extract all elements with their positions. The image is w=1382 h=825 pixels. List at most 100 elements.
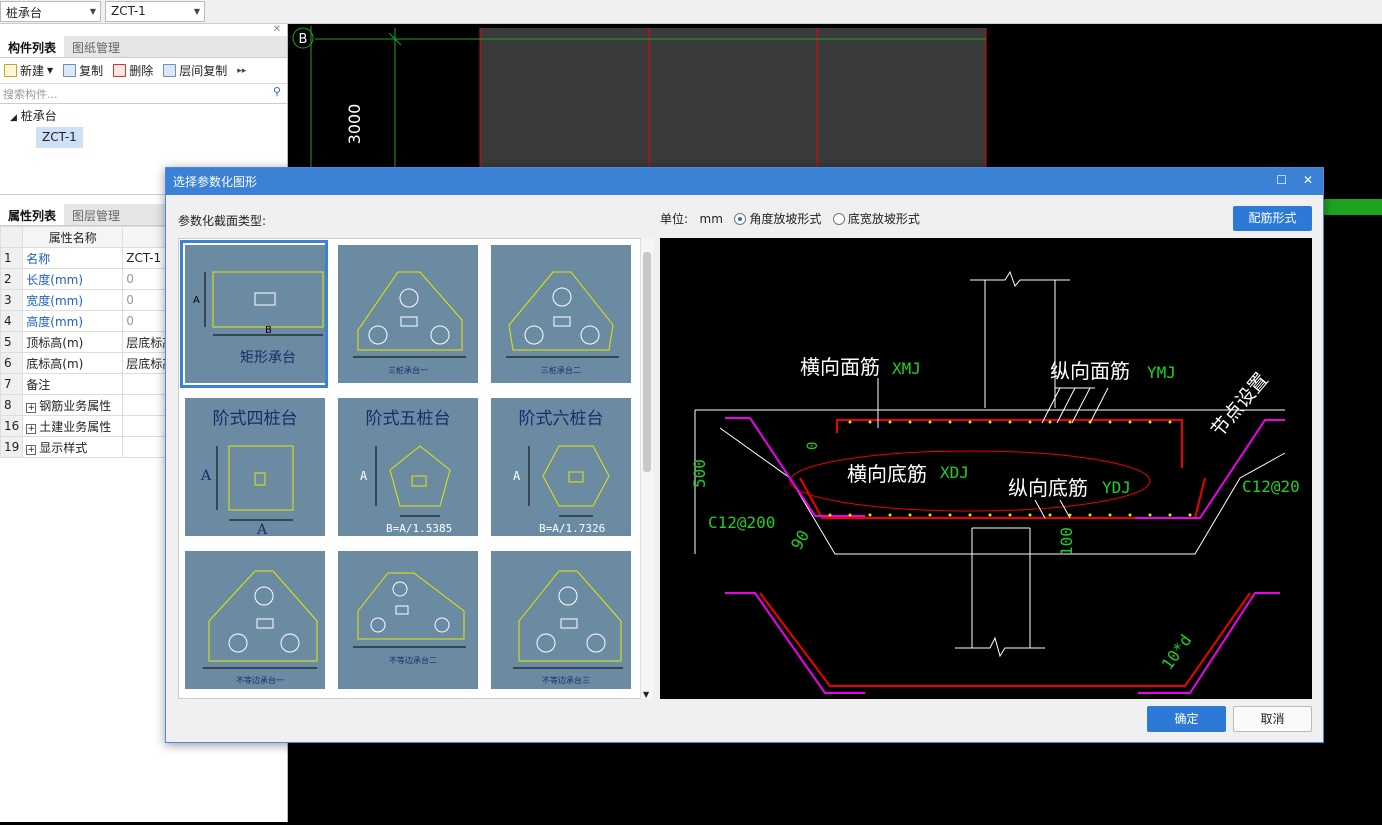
shape-unequal-3[interactable]: 不等边承台三	[486, 546, 634, 694]
shape-step-six-pile[interactable]: 阶式六桩台 A B=A/1.7326	[486, 393, 634, 541]
floor-copy-label: 层间复制	[179, 64, 228, 78]
tree-item[interactable]: ZCT-1	[0, 127, 287, 148]
rebar-spec-right: C12@20	[1242, 477, 1300, 496]
tab-drawing-management[interactable]: 图纸管理	[64, 36, 128, 57]
delete-label: 删除	[129, 64, 154, 78]
cover-zero-label: 0	[805, 442, 821, 450]
ok-button[interactable]: 确定	[1147, 706, 1226, 732]
scrollbar-thumb[interactable]	[643, 252, 651, 472]
shape-step-five-pile[interactable]: 阶式五桩台 A B=A/1.5385	[333, 393, 481, 541]
floor-copy-button[interactable]: 层间复制	[163, 62, 227, 79]
dim-a-bottom: A	[256, 522, 268, 536]
tree-group[interactable]: ◢ 桩承台	[0, 106, 287, 127]
unequal-2-drawing: 不等边承台二	[353, 572, 466, 665]
height-100-label: 100	[1057, 527, 1076, 556]
rebar-form-button[interactable]: 配筋形式	[1233, 206, 1312, 231]
three-pile-1-drawing: 三桩承台一	[353, 271, 466, 375]
xdj-label: 横向底筋	[847, 462, 927, 486]
rebar-preview: 横向面筋 XMJ 纵向面筋 YMJ 横向底筋 XDJ 纵向底筋 YDJ 节点设置…	[660, 238, 1312, 699]
xmj-code: XMJ	[892, 359, 921, 378]
shape-label: 不等边承台三	[542, 675, 590, 685]
dim-a: A	[200, 468, 212, 484]
shape-label: 三桩承台二	[541, 365, 581, 375]
node-settings-label[interactable]: 节点设置	[1207, 369, 1273, 441]
component-name-value: ZCT-1	[111, 4, 146, 18]
scroll-down-icon[interactable]: ▼	[643, 690, 649, 699]
pile-cap-area	[480, 28, 986, 168]
shape-label: 阶式六桩台	[519, 409, 604, 429]
unit-label: 单位:	[660, 212, 689, 226]
expand-icon[interactable]: +	[26, 444, 37, 455]
delete-icon	[113, 64, 127, 77]
search-placeholder: 搜索构件...	[3, 88, 58, 101]
rebar-spec-left: C12@200	[708, 513, 775, 532]
unit-value: mm	[699, 212, 723, 226]
shape-gallery: A B 矩形承台 三桩承台一 三桩承台二 阶式四桩台 A A 阶式五桩台 A B…	[178, 238, 653, 699]
maximize-icon[interactable]: ☐	[1276, 173, 1287, 187]
dialog-titlebar: 选择参数化图形 ☐ ✕	[166, 168, 1323, 195]
dimension-label: 3000	[345, 104, 364, 145]
component-type-value: 桩承台	[6, 6, 43, 20]
collapse-icon[interactable]: ◢	[10, 113, 17, 123]
radio-width-slope[interactable]	[832, 213, 845, 225]
dialog-title: 选择参数化图形	[173, 175, 258, 189]
chevron-down-icon: ▼	[47, 66, 54, 75]
shape-label: 阶式四桩台	[213, 409, 298, 429]
copy-label: 复制	[79, 64, 104, 78]
radio-angle-label: 角度放坡形式	[749, 212, 822, 226]
gallery-scrollbar[interactable]: ▼	[640, 238, 653, 699]
step-four-pile-drawing: 阶式四桩台 A A	[200, 409, 298, 538]
tab-layer-management[interactable]: 图层管理	[64, 204, 128, 225]
more-icon[interactable]: ▸▸	[237, 66, 246, 76]
dim-b: B=A/1.5385	[386, 522, 452, 535]
new-icon	[4, 64, 17, 77]
rect-cap-drawing: A B 矩形承台	[193, 271, 324, 366]
shape-three-pile-2[interactable]: 三桩承台二	[486, 240, 634, 388]
cancel-button[interactable]: 取消	[1233, 706, 1312, 732]
component-type-select[interactable]: 桩承台 ▼	[0, 1, 101, 22]
parametric-shape-dialog: 选择参数化图形 ☐ ✕ 参数化截面类型: 单位: mm 角度放坡形式 底宽放坡形…	[165, 167, 1324, 743]
new-button[interactable]: 新建 ▼	[4, 62, 53, 79]
copy-icon	[63, 64, 77, 77]
search-icon[interactable]: ⚲	[273, 85, 281, 98]
shape-unequal-2[interactable]: 不等边承台二	[333, 546, 481, 694]
close-icon[interactable]: ✕	[1303, 173, 1313, 187]
section-type-label: 参数化截面类型:	[178, 214, 267, 228]
xmj-label: 横向面筋	[800, 355, 880, 379]
new-label: 新建	[20, 64, 45, 78]
delete-button[interactable]: 删除	[113, 62, 153, 79]
dim-a: A	[513, 469, 521, 483]
chevron-down-icon: ▼	[89, 7, 96, 16]
unit-row: 单位: mm 角度放坡形式 底宽放坡形式	[660, 210, 920, 227]
component-search[interactable]: 搜索构件... ⚲	[0, 84, 287, 104]
tab-property-list[interactable]: 属性列表	[0, 204, 65, 225]
expand-icon[interactable]: +	[26, 402, 37, 413]
radio-angle-slope[interactable]	[734, 213, 747, 225]
ymj-code: YMJ	[1147, 363, 1176, 382]
step-five-pile-drawing: 阶式五桩台 A B=A/1.5385	[360, 409, 452, 535]
shape-label: 不等边承台一	[236, 675, 284, 685]
shape-step-four-pile[interactable]: 阶式四桩台 A A	[180, 393, 328, 541]
component-tree: ◢ 桩承台 ZCT-1	[0, 104, 287, 150]
ydj-code: YDJ	[1102, 478, 1131, 497]
dim-b: B=A/1.7326	[539, 522, 605, 535]
component-tabs: 构件列表 图纸管理	[0, 36, 287, 58]
shape-three-pile-1[interactable]: 三桩承台一	[333, 240, 481, 388]
expand-icon[interactable]: +	[26, 423, 37, 434]
tree-item-label: ZCT-1	[36, 127, 83, 148]
copy-button[interactable]: 复制	[63, 62, 103, 79]
component-toolbar: 新建 ▼ 复制 删除 层间复制 ▸▸	[0, 58, 287, 84]
dim-b: B	[265, 325, 272, 336]
dim-a: A	[193, 295, 200, 306]
shape-rect-cap[interactable]: A B 矩形承台	[180, 240, 328, 388]
axis-label: B	[299, 32, 308, 47]
shape-label: 矩形承台	[240, 350, 296, 366]
angle-label: 90	[787, 527, 813, 553]
shape-label: 阶式五桩台	[366, 409, 451, 429]
ydj-label: 纵向底筋	[1008, 476, 1088, 500]
tab-component-list[interactable]: 构件列表	[0, 36, 65, 57]
floor-copy-icon	[163, 64, 177, 77]
panel-close-icon[interactable]: ✕	[0, 24, 287, 36]
component-name-select[interactable]: ZCT-1 ▼	[105, 1, 205, 22]
shape-unequal-1[interactable]: 不等边承台一	[180, 546, 328, 694]
